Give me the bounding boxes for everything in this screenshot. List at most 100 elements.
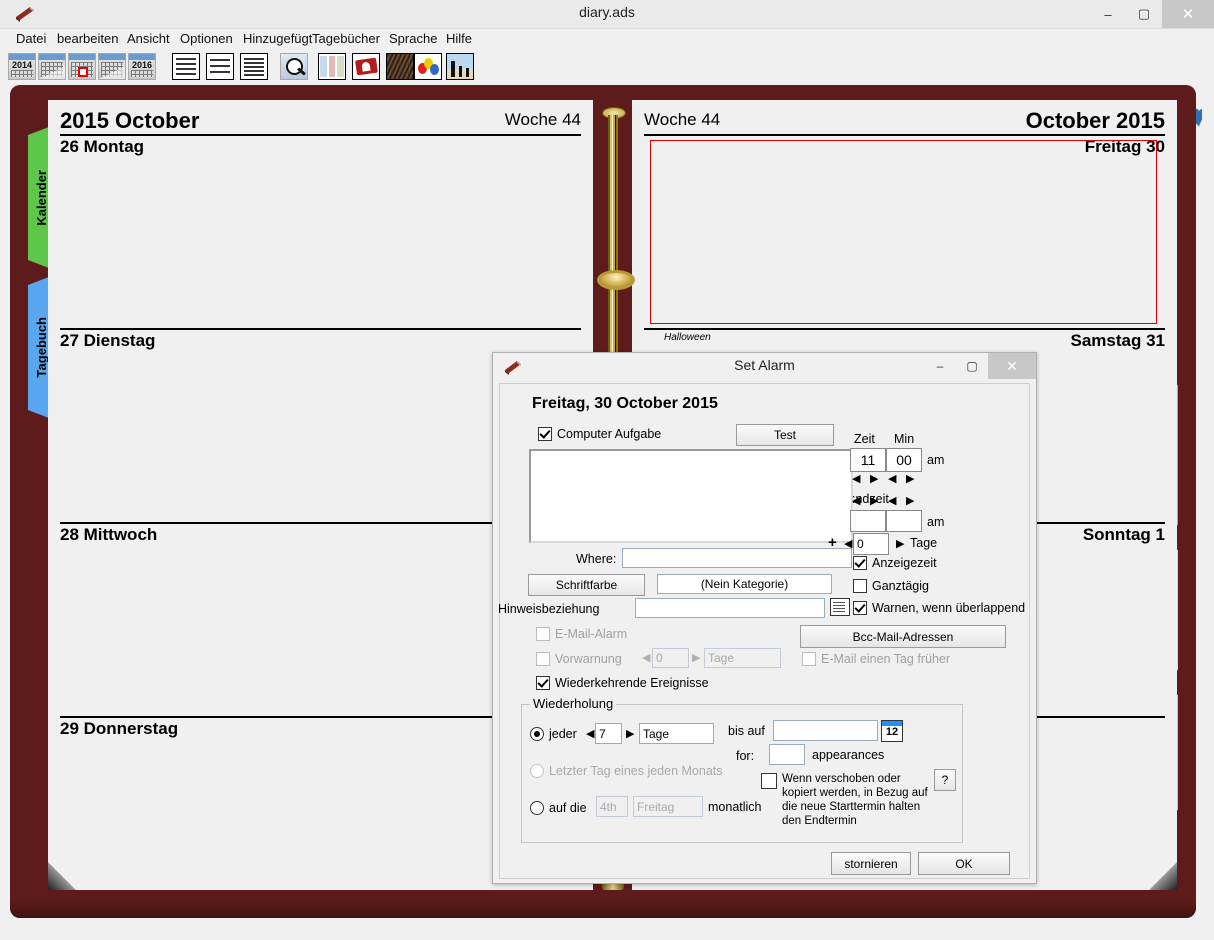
test-button[interactable]: Test	[736, 424, 834, 446]
family-button[interactable]	[446, 53, 474, 80]
menu-hinzugefuegt[interactable]: Hinzugefügt	[243, 31, 312, 46]
recurrence-every-unit-field[interactable]: Tage	[639, 723, 714, 744]
warn-overlap-label: Warnen, wenn überlappend	[872, 601, 1026, 615]
start-minute-down-arrow[interactable]: ◀	[888, 474, 896, 485]
end-minute-up-arrow[interactable]: ▶	[906, 496, 914, 507]
recurrence-help-button[interactable]: ?	[934, 769, 956, 791]
year-2014-button[interactable]: 2014	[8, 53, 36, 80]
selected-entry-outline[interactable]	[650, 140, 1157, 324]
pre-warning-checkbox[interactable]: Vorwarnung	[536, 652, 622, 666]
menu-sprache[interactable]: Sprache	[389, 31, 437, 46]
set-alarm-dialog: Set Alarm – ▢ ✕ Freitag, 30 October 2015…	[492, 352, 1037, 884]
end-hour-down-arrow[interactable]: ◀	[852, 496, 860, 507]
recurrence-last-day-radio[interactable]: Letzter Tag eines jeden Monats	[530, 764, 723, 778]
until-date-input[interactable]	[773, 720, 878, 741]
ok-button[interactable]: OK	[918, 852, 1010, 875]
texture-button[interactable]	[386, 53, 414, 80]
columns-button[interactable]	[318, 53, 346, 80]
cancel-button[interactable]: stornieren	[831, 852, 911, 875]
left-page-week-label: Woche 44	[504, 110, 581, 129]
menu-ansicht[interactable]: Ansicht	[127, 31, 170, 46]
maximize-button[interactable]: ▢	[1126, 0, 1162, 28]
computer-task-checkbox[interactable]: Computer Aufgabe	[538, 427, 661, 441]
application-window: diary.ads – ▢ ✕ Datei bearbeiten Ansicht…	[0, 0, 1214, 940]
recurrence-every-increment-arrow[interactable]: ▶	[626, 729, 634, 740]
appearances-label: appearances	[812, 748, 885, 762]
link-input[interactable]	[635, 598, 825, 618]
dialog-minimize-button[interactable]: –	[924, 353, 956, 379]
spine-ring-icon	[597, 270, 635, 290]
dialog-close-button[interactable]: ✕	[988, 353, 1036, 379]
week-view-button[interactable]	[68, 53, 96, 80]
show-time-checkbox[interactable]: Anzeigezeit	[853, 556, 937, 570]
day-view-button[interactable]	[98, 53, 126, 80]
recurring-events-checkbox[interactable]: Wiederkehrende Ereignisse	[536, 676, 709, 690]
layout-grid-button[interactable]	[172, 53, 200, 80]
all-day-checkbox[interactable]: Ganztägig	[853, 579, 929, 593]
recurrence-every-decrement-arrow[interactable]: ◀	[586, 729, 594, 740]
menu-tagebuecher[interactable]: Tagebücher	[312, 31, 380, 46]
recurrence-ordinal-field[interactable]: 4th	[596, 796, 628, 817]
start-hour-input[interactable]: 11	[850, 448, 886, 472]
find-button[interactable]	[280, 53, 308, 80]
recurrence-every-input[interactable]: 7	[595, 723, 622, 744]
recurrence-on-the-radio[interactable]: auf die	[530, 801, 587, 815]
notes-textarea[interactable]	[529, 449, 853, 543]
bcc-mail-addresses-button[interactable]: Bcc-Mail-Adressen	[800, 625, 1006, 648]
month-view-button[interactable]	[38, 53, 66, 80]
start-minute-up-arrow[interactable]: ▶	[906, 474, 914, 485]
end-hour-up-arrow[interactable]: ▶	[870, 496, 878, 507]
appearances-input[interactable]	[769, 744, 805, 765]
pre-warning-unit-field[interactable]: Tage	[704, 648, 781, 668]
offset-days-input[interactable]: 0	[853, 533, 889, 555]
pre-warning-increment-arrow[interactable]: ▶	[692, 653, 700, 664]
address-book-button[interactable]	[352, 53, 380, 80]
pre-warning-decrement-arrow[interactable]: ◀	[642, 653, 650, 664]
where-input[interactable]	[622, 548, 852, 568]
minimize-button[interactable]: –	[1090, 0, 1126, 28]
dialog-maximize-button[interactable]: ▢	[956, 353, 988, 379]
menu-bearbeiten[interactable]: bearbeiten	[57, 31, 118, 46]
menu-hilfe[interactable]: Hilfe	[446, 31, 472, 46]
recurrence-weekday-field[interactable]: Freitag	[633, 796, 703, 817]
radio-dot	[530, 801, 544, 815]
checkbox-box	[538, 427, 552, 441]
year-2016-button[interactable]: 2016	[128, 53, 156, 80]
left-page-month-title: 2015 October	[60, 108, 200, 133]
close-button[interactable]: ✕	[1162, 0, 1214, 28]
right-page-header: Woche 44 October 2015	[644, 108, 1165, 134]
checkbox-box	[853, 601, 867, 615]
recurrence-every-radio[interactable]: jeder	[530, 727, 577, 741]
note-link-icon[interactable]	[830, 598, 850, 616]
day-row-26[interactable]: 26 Montag	[60, 134, 581, 330]
end-hour-input[interactable]	[850, 510, 886, 532]
calendar-picker-icon[interactable]: 12	[881, 720, 903, 742]
keep-end-date-checkbox[interactable]: Wenn verschoben oder kopiert werden, in …	[761, 772, 936, 828]
end-minute-down-arrow[interactable]: ◀	[888, 496, 896, 507]
where-label: Where:	[576, 552, 617, 566]
email-alarm-checkbox[interactable]: E-Mail-Alarm	[536, 627, 627, 641]
birthday-button[interactable]	[414, 53, 442, 80]
font-color-button[interactable]: Schriftfarbe	[528, 574, 645, 596]
offset-days-increment-arrow[interactable]: ▶	[896, 539, 904, 550]
start-hour-down-arrow[interactable]: ◀	[852, 474, 860, 485]
category-field[interactable]: (Nein Kategorie)	[657, 574, 832, 594]
start-minute-input[interactable]: 00	[886, 448, 922, 472]
layout-list-button[interactable]	[206, 53, 234, 80]
layout-detail-button[interactable]	[240, 53, 268, 80]
page-corner-bottom-right[interactable]	[1149, 862, 1177, 890]
dialog-window-controls: – ▢ ✕	[924, 353, 1036, 379]
email-day-before-checkbox[interactable]: E-Mail einen Tag früher	[802, 652, 950, 666]
toolbar-year-next: 2016	[131, 60, 153, 70]
start-hour-up-arrow[interactable]: ▶	[870, 474, 878, 485]
until-label: bis auf	[728, 724, 765, 738]
end-minute-input[interactable]	[886, 510, 922, 532]
offset-days-decrement-arrow[interactable]: ◀	[844, 539, 852, 550]
holiday-note-halloween: Halloween	[664, 332, 711, 343]
menu-optionen[interactable]: Optionen	[180, 31, 233, 46]
recurrence-monthly-label: monatlich	[708, 800, 762, 814]
pre-warning-days-input[interactable]: 0	[652, 648, 689, 668]
warn-overlap-checkbox[interactable]: Warnen, wenn überlappend	[853, 601, 1029, 615]
menu-datei[interactable]: Datei	[16, 31, 46, 46]
day-label-31: Samstag 31	[1070, 331, 1166, 350]
